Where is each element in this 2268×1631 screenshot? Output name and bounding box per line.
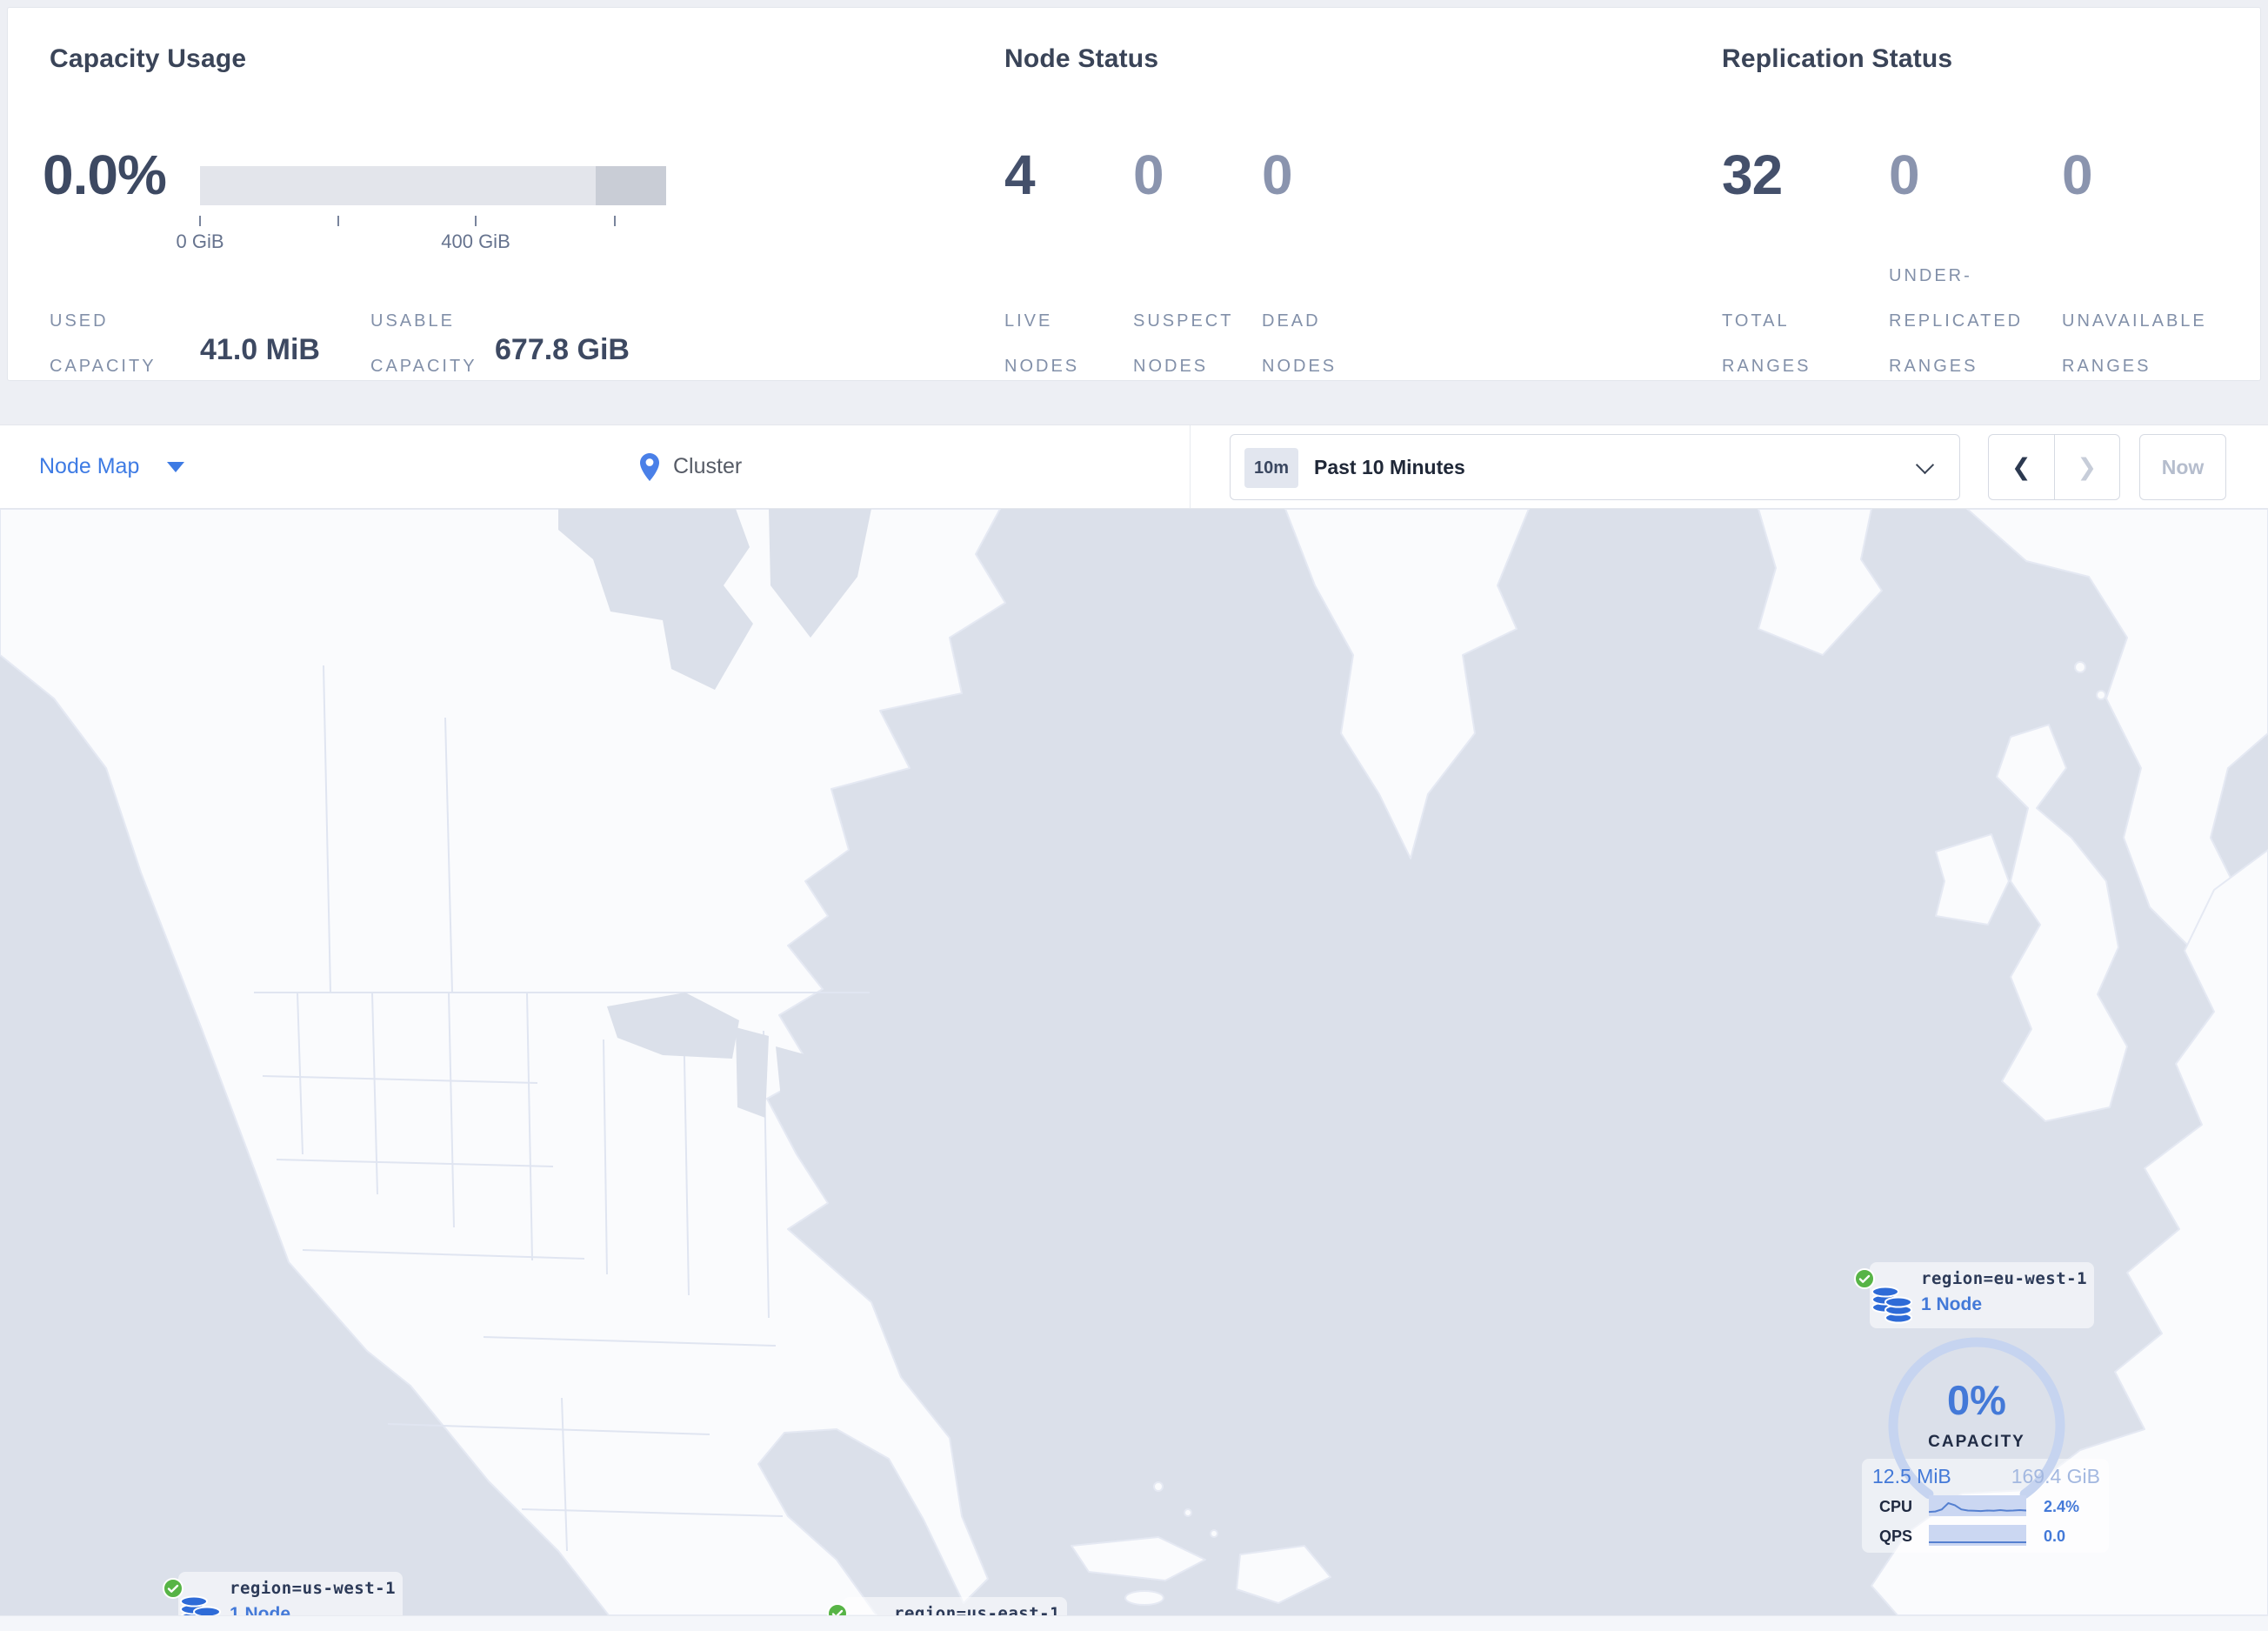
total-ranges-count: 32 [1722, 144, 1783, 206]
capacity-bar-segment [596, 166, 666, 205]
region-name: region=eu-west-1 [1921, 1269, 2088, 1288]
suspect-nodes-label: SUSPECT NODES [1133, 311, 1234, 376]
under-replicated-count: 0 [1889, 144, 1920, 206]
capacity-usage-title: Capacity Usage [50, 44, 247, 73]
map-pin-icon [640, 452, 659, 481]
used-capacity-label: USED CAPACITY [50, 311, 157, 376]
suspect-nodes-count: 0 [1133, 144, 1164, 206]
cluster-summary-panel: Capacity Usage 0.0% 0 GiB 400 GiB USED CA… [7, 7, 2261, 381]
chevron-down-icon [1915, 455, 1935, 475]
usable-capacity-label: USABLE CAPACITY [370, 311, 477, 376]
node-map-page: Capacity Usage 0.0% 0 GiB 400 GiB USED CA… [0, 0, 2268, 1631]
qps-sparkline [1929, 1525, 2026, 1546]
time-nav-group: ❮ ❯ [1988, 434, 2120, 500]
caret-down-icon [167, 461, 185, 472]
capacity-percent: 0% [1947, 1377, 2006, 1423]
replication-status-title: Replication Status [1722, 44, 1953, 73]
cpu-label: CPU [1878, 1498, 1912, 1515]
unavailable-ranges-count: 0 [2062, 144, 2093, 206]
capacity-tick [614, 216, 616, 226]
capacity-used: 12.5 MiB [1872, 1465, 1951, 1487]
dead-nodes-count: 0 [1262, 144, 1293, 206]
footer-strip [0, 1615, 2268, 1631]
view-selector-dropdown[interactable]: Node Map [39, 425, 185, 508]
time-range-label: Past 10 Minutes [1314, 455, 1465, 478]
node-map: region=us-west-1 1 Node 0% CAPACITY 12.2… [0, 509, 2268, 1631]
dead-nodes-label: DEAD NODES [1262, 311, 1337, 376]
capacity-bar [200, 166, 666, 205]
cpu-value: 2.4% [2044, 1498, 2080, 1515]
capacity-caption: CAPACITY [1928, 1433, 2025, 1451]
breadcrumb-label: Cluster [673, 454, 743, 478]
time-range-badge: 10m [1244, 448, 1298, 488]
region-name: region=us-west-1 [230, 1579, 397, 1598]
capacity-gauge [1888, 1337, 2065, 1500]
capacity-tick [199, 216, 201, 226]
now-button[interactable]: Now [2139, 434, 2226, 500]
qps-label: QPS [1878, 1527, 1912, 1545]
cpu-sparkline [1929, 1495, 2026, 1516]
capacity-tick [475, 216, 477, 226]
map-toolbar: Node Map Cluster 10m Past 10 Minutes ❮ ❯… [0, 424, 2268, 509]
usable-capacity-value: 677.8 GiB [495, 333, 630, 366]
qps-value: 0.0 [2044, 1527, 2066, 1545]
capacity-tick-label-400: 400 GiB [441, 231, 510, 252]
under-replicated-label: UNDER- REPLICATED RANGES [1889, 266, 2024, 376]
capacity-percent: 0.0% [43, 144, 167, 206]
node-status-title: Node Status [1004, 44, 1159, 73]
breadcrumb[interactable]: Cluster [639, 425, 742, 508]
live-nodes-label: LIVE NODES [1004, 311, 1080, 376]
region-marker-eu-west-1[interactable]: region=eu-west-1 1 Node 0% CAPACITY 12.5… [1742, 1262, 2116, 1559]
region-node-count: 1 Node [1921, 1294, 1983, 1314]
capacity-tick [337, 216, 339, 226]
database-stack-icon [1871, 1286, 1912, 1324]
toolbar-divider [1190, 425, 1191, 508]
used-capacity-value: 41.0 MiB [200, 333, 320, 366]
unavailable-ranges-label: UNAVAILABLE RANGES [2062, 311, 2207, 376]
time-next-button[interactable]: ❯ [2055, 435, 2120, 499]
view-selector-label: Node Map [39, 454, 140, 478]
total-ranges-label: TOTAL RANGES [1722, 311, 1811, 376]
time-prev-button[interactable]: ❮ [1989, 435, 2055, 499]
capacity-free: 169.4 GiB [2011, 1465, 2100, 1487]
time-range-dropdown[interactable]: 10m Past 10 Minutes [1230, 434, 1960, 500]
capacity-tick-label-0: 0 GiB [176, 231, 224, 252]
live-nodes-count: 4 [1004, 144, 1036, 206]
